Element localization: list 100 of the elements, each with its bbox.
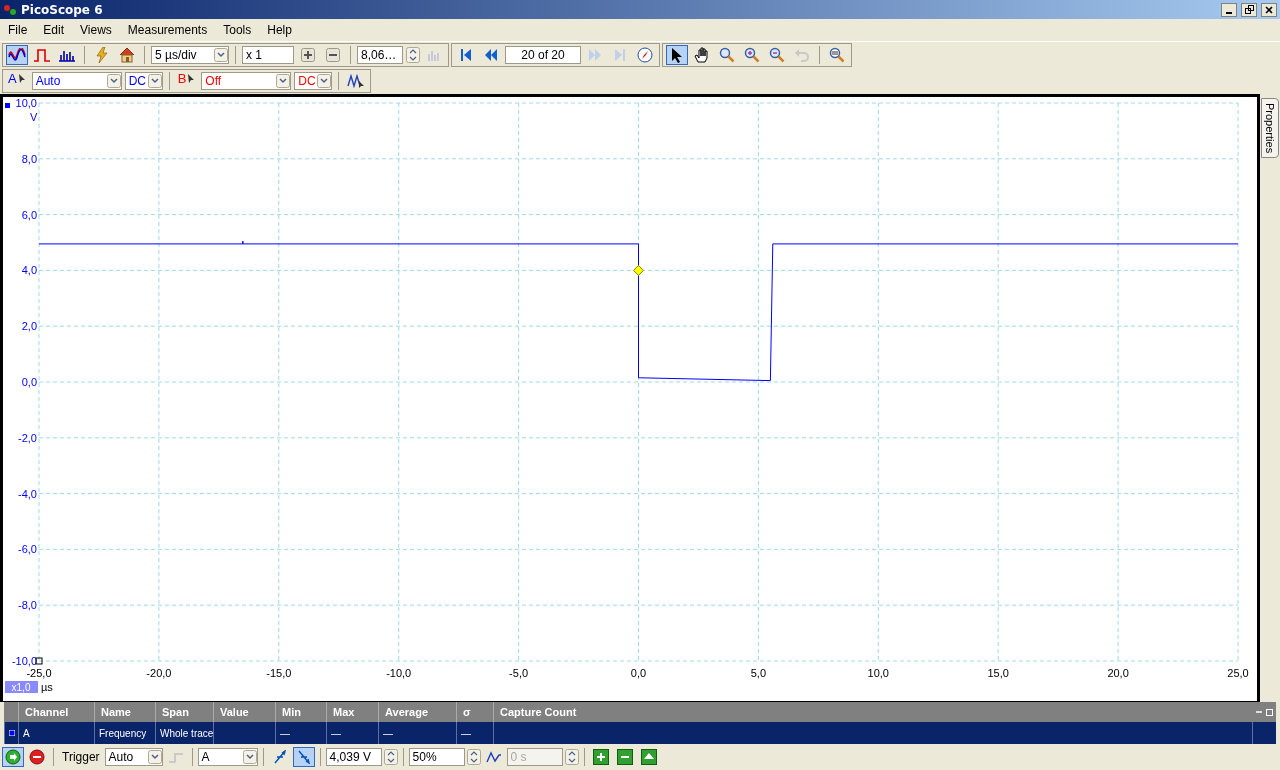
spinner-arrows-icon[interactable] — [406, 47, 420, 63]
coupling-dropdown[interactable]: DC — [124, 72, 163, 90]
table-cell: A — [18, 722, 94, 744]
stop-icon — [29, 749, 45, 765]
window-title: PicoScope 6 — [21, 2, 104, 17]
timebase-dropdown[interactable]: 5 µs/div — [151, 46, 229, 64]
y-axis-label: -10,0 — [11, 655, 37, 667]
maximize-icon[interactable] — [1266, 708, 1273, 716]
step-icon — [167, 750, 184, 764]
table-header: Span — [155, 702, 213, 722]
pointer-icon — [186, 71, 197, 83]
y-axis-label: 6,0 — [21, 208, 37, 221]
menu-item[interactable]: Tools — [215, 23, 260, 37]
pointer-icon — [16, 71, 27, 83]
fast-forward-icon — [588, 47, 602, 63]
zoom-in-icon — [744, 47, 760, 63]
trigger-marker-icon[interactable] — [633, 264, 644, 276]
y-axis-label: 0,0 — [21, 376, 37, 388]
table-cell: — — [275, 722, 326, 744]
play-icon — [5, 749, 21, 765]
table-header: Min — [275, 702, 326, 722]
sine-wave-icon — [8, 48, 26, 62]
caret-icon[interactable] — [214, 48, 228, 62]
compass-button[interactable] — [634, 45, 656, 65]
scale-badge: x1,0 — [5, 681, 38, 693]
app-logo-icon — [3, 2, 17, 17]
table-cell: — — [326, 722, 378, 744]
table-header: Average — [378, 702, 456, 722]
zoom-out-icon — [769, 47, 785, 63]
table-header: Max — [326, 702, 378, 722]
y-axis-label: -4,0 — [18, 487, 37, 500]
table-header: Channel — [18, 702, 94, 722]
x-axis-label: 25,0 — [1227, 667, 1249, 679]
view-button[interactable] — [6, 45, 28, 65]
x-axis-label: -5,0 — [509, 667, 529, 679]
y-axis-label: 4,0 — [21, 264, 37, 277]
caret-icon[interactable] — [106, 74, 121, 88]
close-button[interactable] — [1261, 2, 1277, 17]
tool-button[interactable] — [666, 45, 688, 65]
y-axis-label: -8,0 — [18, 599, 37, 612]
threshold-field[interactable]: 4,039 V — [325, 748, 382, 766]
y-axis-label: -6,0 — [18, 543, 37, 556]
edge-button[interactable] — [292, 747, 315, 767]
pointer-icon — [671, 47, 683, 63]
hand-icon — [694, 47, 710, 63]
house-icon — [119, 47, 135, 63]
wave-icon — [485, 750, 502, 764]
minus-icon — [616, 749, 633, 765]
stop-button[interactable] — [26, 747, 48, 767]
menu-item[interactable]: Measurements — [119, 23, 216, 37]
axis-origin-icon — [35, 657, 43, 665]
skip-start-icon — [460, 47, 472, 63]
menu-item[interactable]: Views — [72, 23, 120, 37]
menu-item[interactable]: File — [0, 23, 36, 37]
minimize-button[interactable] — [1221, 2, 1237, 17]
caret-icon[interactable] — [147, 74, 162, 88]
magnifier-icon — [829, 47, 845, 63]
menu-item[interactable]: Edit — [35, 23, 73, 37]
x-axis-label: 0,0 — [630, 667, 647, 679]
menu-item[interactable]: Help — [259, 23, 300, 37]
restore-button[interactable] — [1241, 2, 1257, 17]
skip-end-icon — [614, 47, 626, 63]
buffer-field[interactable]: 20 of 20 — [505, 46, 581, 64]
table-header — [4, 702, 18, 722]
rising-edge-icon — [272, 750, 287, 764]
pretrigger-field[interactable]: 50% — [408, 748, 465, 766]
spinner-arrows-icon[interactable] — [383, 749, 398, 765]
caret-icon[interactable] — [147, 750, 162, 764]
bar-graph-icon — [58, 48, 76, 62]
undo-icon — [794, 48, 810, 62]
y-axis-label: 10,0 — [15, 97, 37, 109]
samples-field[interactable]: 8,06… — [357, 46, 403, 64]
table-header: Name — [94, 702, 155, 722]
start-button[interactable] — [2, 747, 24, 767]
channel-marker-icon — [5, 103, 10, 108]
spinner-arrows-icon[interactable] — [466, 749, 481, 765]
y-axis-label: -2,0 — [18, 431, 37, 444]
table-cell: Whole trace — [155, 722, 213, 744]
x-axis-label: 20,0 — [1107, 667, 1129, 679]
minimize-icon[interactable] — [1256, 709, 1262, 715]
compass-icon — [637, 47, 653, 63]
x-axis-label: 15,0 — [987, 667, 1009, 679]
zoom-field[interactable]: x 1 — [242, 46, 294, 64]
caret-icon[interactable] — [242, 750, 257, 764]
channel-button[interactable]: A — [6, 71, 29, 91]
spinner-arrows-icon[interactable] — [564, 749, 579, 765]
caret-icon[interactable] — [276, 74, 291, 88]
coupling-dropdown[interactable]: DC — [294, 72, 333, 90]
trigger-mode-dropdown[interactable]: Auto — [104, 748, 163, 766]
magnifier-icon — [719, 47, 735, 63]
caret-icon[interactable] — [317, 74, 332, 88]
x-axis-unit: µs — [41, 681, 53, 693]
channel-marker-icon — [9, 730, 15, 736]
table-header: σ — [456, 702, 493, 722]
trigger-label: Trigger — [61, 750, 101, 764]
close-icon — [1265, 5, 1273, 14]
trigger-source-dropdown[interactable]: A — [197, 748, 258, 766]
properties-tab[interactable]: Properties — [1261, 98, 1279, 158]
range-dropdown[interactable]: Off — [201, 72, 292, 90]
range-dropdown[interactable]: Auto — [31, 72, 122, 90]
